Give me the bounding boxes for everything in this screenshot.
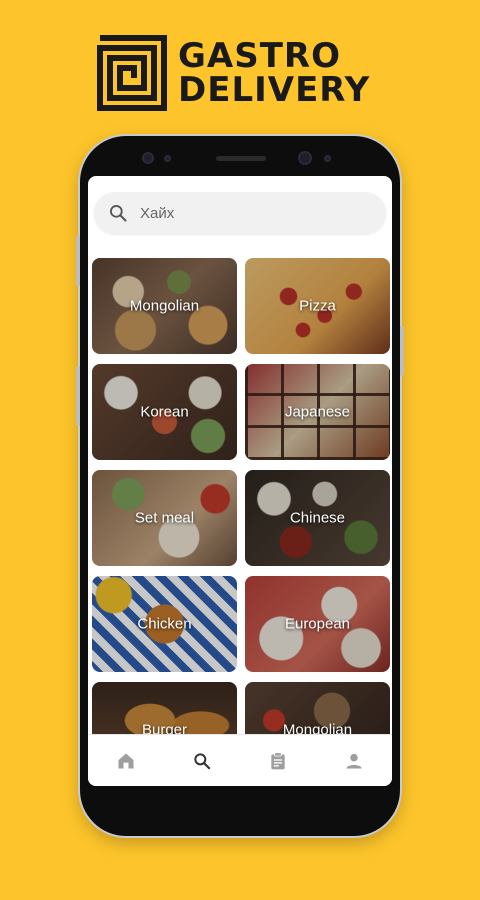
category-tile-japanese[interactable]: Japanese xyxy=(245,364,390,460)
category-label: Set meal xyxy=(134,509,195,527)
search-bar[interactable] xyxy=(94,192,386,234)
category-tile-mongolian[interactable]: Mongolian xyxy=(92,258,237,354)
clipboard-icon xyxy=(271,751,285,769)
category-label: Mongolian xyxy=(129,297,200,315)
category-label: Chinese xyxy=(289,509,346,527)
sensor-icon xyxy=(164,155,171,162)
category-grid: Mongolian Pizza Korean Japanese Set meal… xyxy=(92,258,390,734)
category-tile-chinese[interactable]: Chinese xyxy=(245,470,390,566)
brand-logo: GASTRO DELIVERY xyxy=(96,34,370,112)
front-camera-icon xyxy=(142,152,154,164)
brand-name-line1: GASTRO xyxy=(178,36,341,76)
phone-speaker xyxy=(216,156,266,161)
search-icon xyxy=(194,752,211,769)
category-label: Mongolian xyxy=(282,721,353,735)
search-input[interactable] xyxy=(140,204,360,222)
app-screen: Mongolian Pizza Korean Japanese Set me xyxy=(88,176,392,786)
category-tile-pizza[interactable]: Pizza xyxy=(245,258,390,354)
brand-name-line2: DELIVERY xyxy=(178,70,371,110)
profile-icon xyxy=(346,753,362,768)
search-icon xyxy=(110,205,127,222)
category-tile-mongolian-2[interactable]: Mongolian xyxy=(245,682,390,734)
category-label: Chicken xyxy=(137,615,192,633)
nav-orders[interactable] xyxy=(258,741,298,781)
category-label: Burger xyxy=(141,721,188,735)
category-tile-set-meal[interactable]: Set meal xyxy=(92,470,237,566)
category-tile-korean[interactable]: Korean xyxy=(92,364,237,460)
nav-profile[interactable] xyxy=(334,741,374,781)
phone-frame: Mongolian Pizza Korean Japanese Set me xyxy=(76,136,404,836)
category-label: Korean xyxy=(140,403,189,421)
category-label: European xyxy=(284,615,351,633)
nav-home[interactable] xyxy=(106,741,146,781)
home-icon xyxy=(118,753,134,768)
category-tile-chicken[interactable]: Chicken xyxy=(92,576,237,672)
spiral-logo-icon xyxy=(97,35,167,111)
sensor-icon xyxy=(298,151,312,165)
bottom-navigation xyxy=(88,734,392,786)
category-tile-burger[interactable]: Burger xyxy=(92,682,237,734)
nav-search[interactable] xyxy=(182,741,222,781)
category-label: Pizza xyxy=(299,297,336,315)
sensor-icon xyxy=(324,155,331,162)
category-label: Japanese xyxy=(284,403,351,421)
category-tile-european[interactable]: European xyxy=(245,576,390,672)
